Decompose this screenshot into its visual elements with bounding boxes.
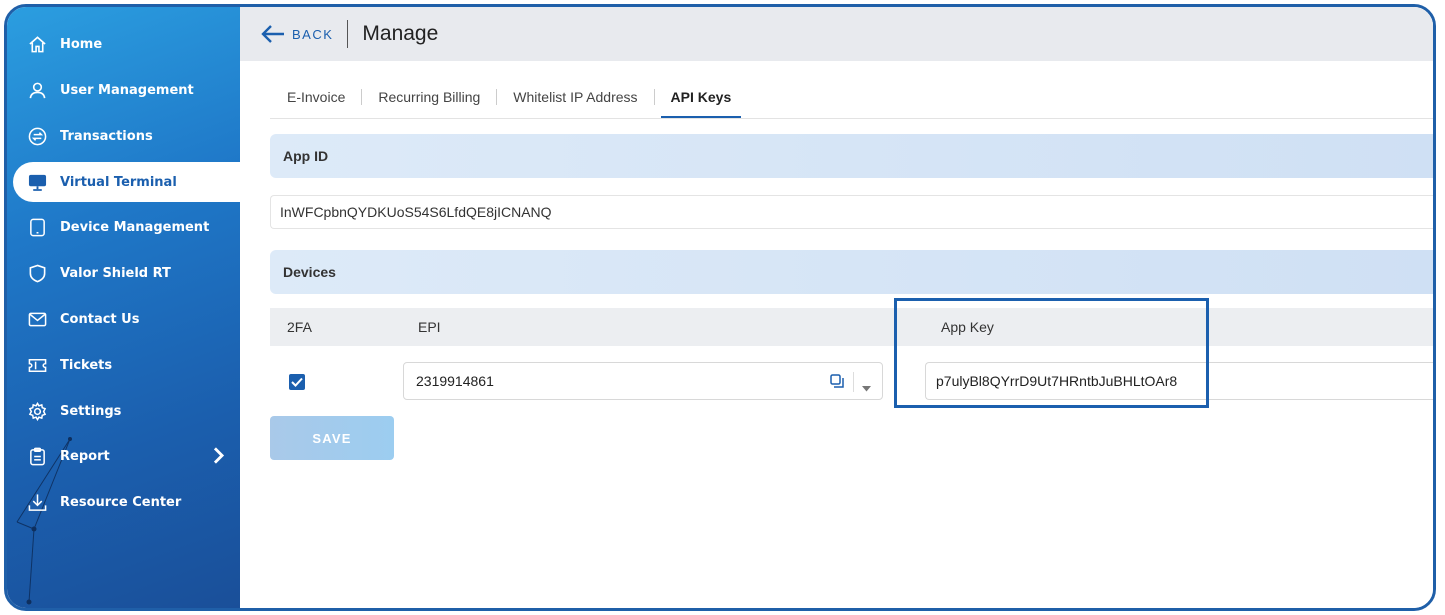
- download-icon: [27, 492, 47, 512]
- back-label: BACK: [292, 26, 334, 42]
- sidebar-item-virtual-terminal[interactable]: Virtual Terminal: [13, 162, 240, 202]
- sidebar-item-label: Home: [60, 36, 103, 52]
- page-title: Manage: [362, 22, 439, 45]
- sidebar-item-label: User Management: [60, 82, 194, 98]
- sidebar-item-label: Virtual Terminal: [60, 174, 177, 190]
- sidebar-item-label: Contact Us: [60, 311, 140, 327]
- device-icon: [27, 217, 47, 237]
- column-header-app-key: App Key: [941, 319, 994, 335]
- sidebar-item-label: Report: [60, 448, 110, 464]
- sidebar-item-label: Device Management: [60, 219, 210, 235]
- app-id-section-header: App ID: [270, 134, 1433, 178]
- tab-whitelist-ip-address[interactable]: Whitelist IP Address: [497, 77, 653, 117]
- sidebar-item-label: Transactions: [60, 128, 153, 144]
- chevron-right-icon: [209, 446, 228, 469]
- back-button[interactable]: BACK: [260, 24, 333, 44]
- mail-icon: [27, 309, 47, 329]
- sidebar-item-label: Settings: [60, 403, 122, 419]
- devices-section-header: Devices: [270, 250, 1433, 294]
- sidebar-item-report[interactable]: Report: [7, 436, 240, 476]
- tab-recurring-billing[interactable]: Recurring Billing: [362, 77, 496, 117]
- sidebar-item-transactions[interactable]: Transactions: [7, 116, 240, 156]
- sidebar-item-user-management[interactable]: User Management: [7, 70, 240, 110]
- tabs-underline: [270, 118, 1433, 119]
- epi-select[interactable]: 2319914861: [403, 362, 883, 400]
- save-button[interactable]: SAVE: [270, 416, 394, 460]
- app-key-field[interactable]: p7ulyBl8QYrrD9Ut7HRntbJuBHLtOAr8: [925, 362, 1433, 400]
- twofa-checkbox[interactable]: [289, 374, 305, 390]
- shield-icon: [27, 263, 47, 283]
- tab-bar: E-Invoice Recurring Billing Whitelist IP…: [270, 77, 748, 119]
- top-bar: BACK Manage: [240, 7, 1433, 61]
- tab-api-keys[interactable]: API Keys: [655, 77, 748, 119]
- sidebar-item-valor-shield-rt[interactable]: Valor Shield RT: [7, 253, 240, 293]
- sidebar-item-label: Tickets: [60, 357, 113, 373]
- app-id-field[interactable]: InWFCpbnQYDKUoS54S6LfdQE8jICNANQ: [270, 195, 1433, 229]
- home-icon: [27, 34, 47, 54]
- select-divider: [853, 372, 854, 392]
- user-icon: [27, 80, 47, 100]
- sidebar-item-label: Valor Shield RT: [60, 265, 171, 281]
- transfer-icon: [27, 126, 47, 146]
- header-divider: [347, 20, 349, 48]
- sidebar: Home User Management Transactions Virtua…: [7, 7, 240, 608]
- sidebar-item-tickets[interactable]: Tickets: [7, 345, 240, 385]
- sidebar-item-contact-us[interactable]: Contact Us: [7, 299, 240, 339]
- arrow-left-icon: [261, 25, 284, 43]
- column-header-2fa: 2FA: [287, 319, 312, 335]
- tab-e-invoice[interactable]: E-Invoice: [270, 77, 361, 117]
- epi-value: 2319914861: [416, 373, 494, 389]
- main-content: BACK Manage E-Invoice Recurring Billing …: [240, 7, 1433, 608]
- checkmark-icon: [291, 377, 303, 387]
- copy-icon[interactable]: [830, 374, 844, 391]
- sidebar-item-home[interactable]: Home: [7, 24, 240, 64]
- sidebar-item-device-management[interactable]: Device Management: [7, 207, 240, 247]
- clipboard-icon: [27, 446, 47, 466]
- devices-table-header: 2FA EPI App Key: [270, 308, 1433, 346]
- monitor-icon: [27, 172, 47, 192]
- ticket-icon: [27, 355, 47, 375]
- gear-icon: [27, 401, 47, 421]
- chevron-down-icon[interactable]: [862, 379, 871, 395]
- sidebar-item-label: Resource Center: [60, 494, 182, 510]
- sidebar-item-settings[interactable]: Settings: [7, 391, 240, 431]
- column-header-epi: EPI: [418, 319, 441, 335]
- sidebar-item-resource-center[interactable]: Resource Center: [7, 482, 240, 522]
- app-window: Home User Management Transactions Virtua…: [4, 4, 1436, 611]
